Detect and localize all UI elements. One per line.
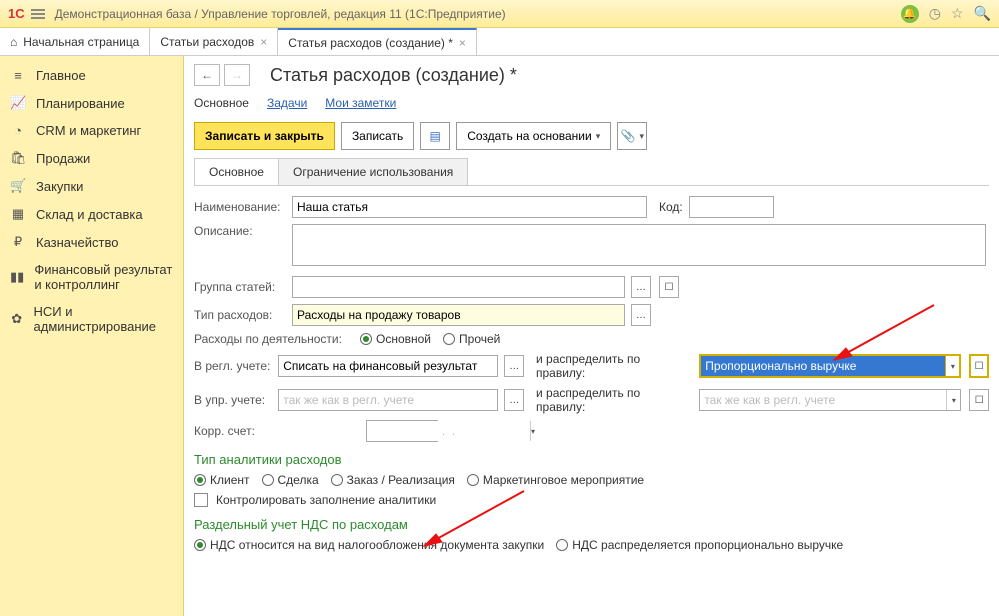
code-label: Код: (659, 200, 683, 214)
distribute-rule-value: Пропорционально выручке (701, 356, 945, 376)
activity-main-radio[interactable]: Основной (360, 332, 431, 346)
name-input[interactable] (292, 196, 647, 218)
chevron-down-icon[interactable]: ▾ (530, 421, 535, 441)
list-button[interactable]: ▤ (420, 122, 450, 150)
korr-label: Корр. счет: (194, 424, 274, 438)
search-icon[interactable]: 🔍 (974, 5, 991, 22)
forward-button[interactable]: → (224, 64, 250, 86)
regl-label: В регл. учете: (194, 359, 272, 373)
save-button[interactable]: Записать (341, 122, 414, 150)
ruble-icon: ₽ (10, 234, 26, 250)
home-icon: ⌂ (10, 35, 17, 49)
activity-other-radio[interactable]: Прочей (443, 332, 500, 346)
bars-icon: ▮▮ (10, 269, 24, 285)
app-logo: 1С (8, 6, 25, 21)
grid-icon: ▦ (10, 206, 26, 222)
close-icon[interactable]: × (459, 36, 466, 50)
analytics-event-radio[interactable]: Маркетинговое мероприятие (467, 473, 644, 487)
subtab-main[interactable]: Основное (194, 158, 279, 185)
regl-lookup-button[interactable]: … (504, 355, 524, 377)
korr-input[interactable] (367, 421, 530, 441)
nds-doc-radio[interactable]: НДС относится на вид налогообложения док… (194, 538, 544, 552)
sidebar-item-purchases[interactable]: 🛒Закупки (0, 172, 183, 200)
burger-icon[interactable] (31, 9, 45, 19)
tab-home-label: Начальная страница (23, 35, 139, 49)
lines-icon: ≡ (10, 68, 26, 83)
sidebar-item-admin[interactable]: ✿НСИ и администрирование (0, 298, 183, 340)
sidebar-item-treasury[interactable]: ₽Казначейство (0, 228, 183, 256)
control-fill-checkbox[interactable] (194, 493, 208, 507)
distribute-open-button[interactable]: ☐ (969, 354, 989, 378)
tab-home[interactable]: ⌂ Начальная страница (0, 28, 150, 55)
pie-icon: ◔ (10, 123, 26, 138)
activity-label: Расходы по деятельности: (194, 332, 354, 346)
upr-input[interactable] (278, 389, 498, 411)
star-icon[interactable]: ☆ (951, 5, 964, 22)
tab-expense-create[interactable]: Статья расходов (создание) * × (278, 28, 477, 55)
code-input[interactable] (689, 196, 774, 218)
control-fill-label: Контролировать заполнение аналитики (216, 493, 436, 507)
chevron-down-icon[interactable]: ▾ (945, 356, 959, 376)
back-button[interactable]: ← (194, 64, 220, 86)
chart-icon: 📈 (10, 95, 26, 111)
name-label: Наименование: (194, 200, 286, 214)
upr-label: В упр. учете: (194, 393, 272, 407)
sidebar: ≡Главное 📈Планирование ◔CRM и маркетинг … (0, 56, 184, 616)
distribute-upr-open-button[interactable]: ☐ (969, 389, 989, 411)
save-and-close-button[interactable]: Записать и закрыть (194, 122, 335, 150)
sidebar-item-crm[interactable]: ◔CRM и маркетинг (0, 117, 183, 144)
group-input[interactable] (292, 276, 625, 298)
sidebar-item-warehouse[interactable]: ▦Склад и доставка (0, 200, 183, 228)
sidebar-item-finresult[interactable]: ▮▮Финансовый результат и контроллинг (0, 256, 183, 298)
distribute-upr-label: и распределить по правилу: (536, 386, 689, 414)
sidebar-item-main[interactable]: ≡Главное (0, 62, 183, 89)
subtab-restrict[interactable]: Ограничение использования (278, 158, 468, 185)
nds-prop-radio[interactable]: НДС распределяется пропорционально выруч… (556, 538, 843, 552)
distribute-upr-input[interactable] (700, 390, 946, 410)
analytics-deal-radio[interactable]: Сделка (262, 473, 319, 487)
page-title: Статья расходов (создание) * (270, 65, 517, 86)
link-tasks[interactable]: Задачи (267, 96, 307, 110)
desc-label: Описание: (194, 224, 286, 238)
link-notes[interactable]: Мои заметки (325, 96, 396, 110)
distribute-rule-field[interactable]: Пропорционально выручке ▾ (699, 354, 961, 378)
cart-icon: 🛒 (10, 178, 26, 194)
sidebar-item-planning[interactable]: 📈Планирование (0, 89, 183, 117)
attach-button[interactable]: 📎▾ (617, 122, 647, 150)
create-on-basis-button[interactable]: Создать на основании▾ (456, 122, 611, 150)
group-label: Группа статей: (194, 280, 286, 294)
upr-lookup-button[interactable]: … (504, 389, 524, 411)
close-icon[interactable]: × (260, 35, 267, 49)
sidebar-item-sales[interactable]: 🛍Продажи (0, 144, 183, 172)
type-input[interactable] (292, 304, 625, 326)
nds-section-title: Раздельный учет НДС по расходам (194, 517, 989, 532)
app-title: Демонстрационная база / Управление торго… (55, 7, 506, 21)
type-lookup-button[interactable]: … (631, 304, 651, 326)
distribute-upr-field[interactable]: ▾ (699, 389, 961, 411)
bag-icon: 🛍 (10, 150, 26, 166)
tab-expenses-list[interactable]: Статьи расходов × (150, 28, 278, 55)
analytics-client-radio[interactable]: Клиент (194, 473, 250, 487)
link-main[interactable]: Основное (194, 96, 249, 110)
bell-icon[interactable]: 🔔 (901, 5, 919, 23)
analytics-section-title: Тип аналитики расходов (194, 452, 989, 467)
korr-field[interactable]: ▾ (366, 420, 438, 442)
desc-input[interactable] (292, 224, 986, 266)
distribute-label: и распределить по правилу: (536, 352, 689, 380)
group-lookup-button[interactable]: … (631, 276, 651, 298)
gear-icon: ✿ (10, 311, 24, 327)
regl-input[interactable] (278, 355, 498, 377)
type-label: Тип расходов: (194, 308, 286, 322)
group-open-button[interactable]: ☐ (659, 276, 679, 298)
history-icon[interactable]: ◷ (929, 5, 941, 22)
chevron-down-icon[interactable]: ▾ (946, 390, 960, 410)
analytics-order-radio[interactable]: Заказ / Реализация (331, 473, 455, 487)
